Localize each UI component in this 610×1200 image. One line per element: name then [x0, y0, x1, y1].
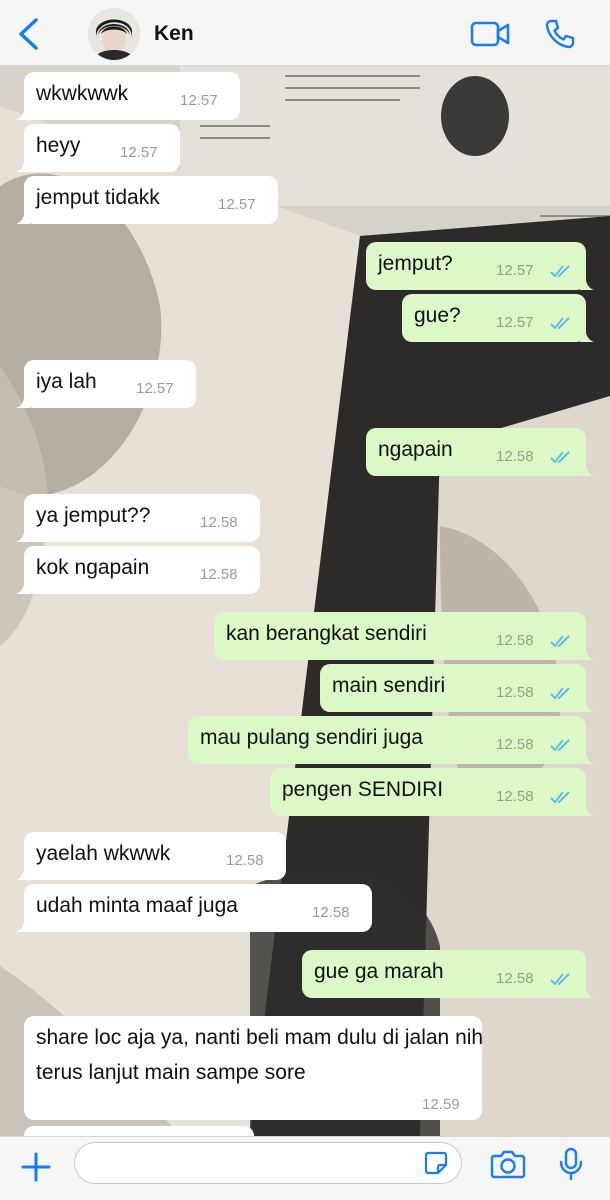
- message-time: 12.58: [200, 566, 238, 583]
- message-time: 12.57: [136, 380, 174, 397]
- read-ticks-icon: [550, 451, 570, 464]
- message-outgoing[interactable]: mau pulang sendiri juga 12.58: [188, 716, 594, 764]
- read-ticks-icon: [550, 635, 570, 648]
- message-text: wkwkwwk: [36, 82, 129, 105]
- message-time: 12.57: [120, 144, 158, 161]
- message-incoming[interactable]: yaelah wkwwk 12.58: [16, 832, 286, 880]
- message-text: iya lah: [36, 370, 97, 393]
- message-text: pengen SENDIRI: [282, 778, 444, 801]
- message-outgoing[interactable]: ngapain 12.58: [366, 428, 594, 476]
- message-time: 12.57: [218, 196, 256, 213]
- message-incoming[interactable]: ya jemput?? 12.58: [16, 494, 260, 542]
- plus-icon[interactable]: [20, 1151, 52, 1183]
- message-time: 12.58: [496, 736, 534, 753]
- read-ticks-icon: [550, 317, 570, 330]
- read-ticks-icon: [550, 791, 570, 804]
- message-incoming[interactable]: jemput tidakk 12.57: [16, 176, 278, 224]
- read-ticks-icon: [550, 973, 570, 986]
- video-camera-icon[interactable]: [470, 20, 510, 48]
- camera-icon[interactable]: [490, 1149, 526, 1179]
- message-time: 12.58: [226, 852, 264, 869]
- message-outgoing[interactable]: jemput? 12.57: [366, 242, 594, 290]
- message-text: kok ngapain: [36, 556, 150, 579]
- message-text: gue?: [414, 304, 461, 327]
- message-time: 12.58: [496, 788, 534, 805]
- phone-icon[interactable]: [544, 18, 576, 50]
- message-text: gue ga marah: [314, 960, 444, 983]
- contact-name[interactable]: Ken: [154, 22, 194, 46]
- message-outgoing[interactable]: gue ga marah 12.58: [302, 950, 594, 998]
- message-text: jemput tidakk: [36, 186, 160, 209]
- message-input-bar: [0, 1136, 610, 1200]
- message-text: share loc aja ya, nanti beli mam dulu di…: [36, 1026, 484, 1084]
- message-text: heyy: [36, 134, 81, 157]
- message-text: jemput?: [378, 252, 453, 275]
- message-incoming[interactable]: kok ngapain 12.58: [16, 546, 260, 594]
- message-incoming[interactable]: wkwkwwk 12.57: [16, 72, 240, 120]
- message-input[interactable]: [74, 1142, 462, 1184]
- message-text: main sendiri: [332, 674, 446, 697]
- avatar[interactable]: [88, 8, 140, 60]
- message-text: ngapain: [378, 438, 453, 461]
- message-time: 12.57: [496, 314, 534, 331]
- message-outgoing[interactable]: kan berangkat sendiri 12.58: [214, 612, 594, 660]
- message-incoming[interactable]: udah minta maaf juga 12.58: [16, 884, 372, 932]
- chat-area[interactable]: wkwkwwk 12.57 heyy 12.57 jemput tidakk 1…: [0, 66, 610, 1136]
- read-ticks-icon: [550, 687, 570, 700]
- sticker-icon[interactable]: [424, 1151, 448, 1175]
- message-outgoing[interactable]: main sendiri 12.58: [320, 664, 594, 712]
- read-ticks-icon: [550, 265, 570, 278]
- message-time: 12.58: [312, 904, 350, 921]
- message-time: 12.59: [422, 1096, 460, 1113]
- chevron-left-icon[interactable]: [16, 18, 42, 50]
- message-incoming[interactable]: share loc aja ya, nanti beli mam dulu di…: [24, 1016, 483, 1120]
- message-text: kan berangkat sendiri: [226, 622, 427, 645]
- message-outgoing[interactable]: gue? 12.57: [402, 294, 594, 342]
- chat-header: Ken: [0, 0, 610, 66]
- message-time: 12.58: [496, 448, 534, 465]
- message-text: yaelah wkwwk: [36, 842, 171, 865]
- message-time: 12.58: [496, 684, 534, 701]
- message-incoming[interactable]: iya lah 12.57: [16, 360, 196, 408]
- message-outgoing[interactable]: pengen SENDIRI 12.58: [270, 768, 594, 816]
- message-time: 12.58: [200, 514, 238, 531]
- message-incoming[interactable]: heyy 12.57: [16, 124, 180, 172]
- message-time: 12.58: [496, 970, 534, 987]
- message-text: mau pulang sendiri juga: [200, 726, 423, 749]
- read-ticks-icon: [550, 739, 570, 752]
- message-text: udah minta maaf juga: [36, 894, 238, 917]
- message-text: ya jemput??: [36, 504, 151, 527]
- message-time: 12.57: [180, 92, 218, 109]
- microphone-icon[interactable]: [558, 1147, 584, 1181]
- message-time: 12.57: [496, 262, 534, 279]
- message-time: 12.58: [496, 632, 534, 649]
- message-incoming-partial: [24, 1126, 254, 1136]
